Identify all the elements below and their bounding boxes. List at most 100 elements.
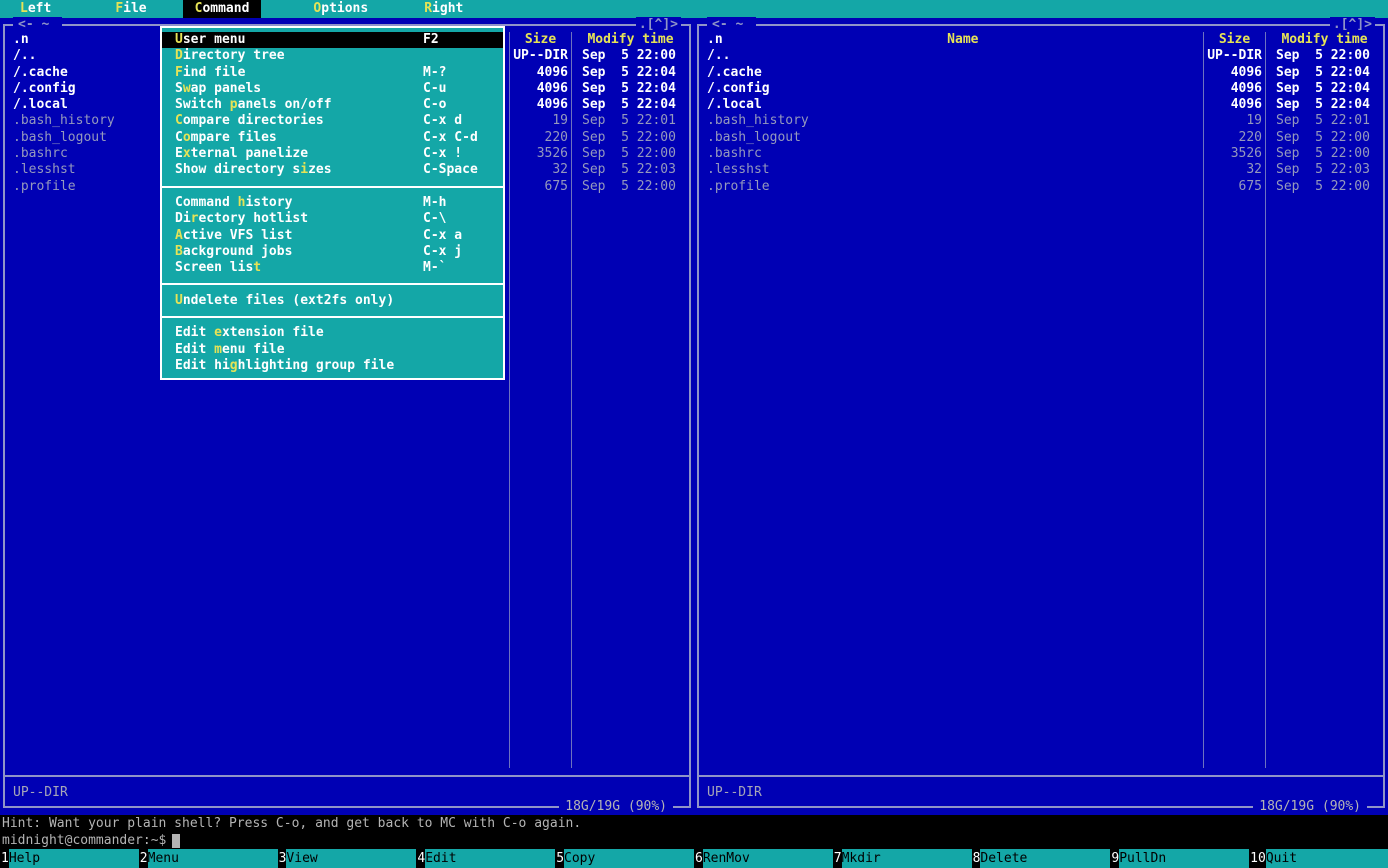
file-mtime: Sep 5 22:00: [1265, 130, 1383, 146]
menu-item-active-vfs-list[interactable]: Active VFS listC-x a: [162, 228, 503, 244]
fkey-label: Help: [9, 849, 139, 868]
file-row[interactable]: .bash_logout220Sep 5 22:00: [699, 130, 1383, 146]
menu-item-shortcut: C-u: [423, 81, 493, 97]
menu-item-label: Active VFS list: [175, 228, 292, 244]
file-size: 4096: [509, 81, 571, 97]
menu-item-show-directory-sizes[interactable]: Show directory sizesC-Space: [162, 162, 503, 178]
menu-item-shortcut: M-?: [423, 65, 493, 81]
file-size: 19: [1203, 113, 1265, 129]
right-column-name[interactable]: Name: [723, 32, 1203, 48]
file-row[interactable]: .lesshst32Sep 5 22:03: [699, 162, 1383, 178]
file-row[interactable]: /.config4096Sep 5 22:04: [699, 81, 1383, 97]
fkey-menu[interactable]: 2Menu: [139, 849, 278, 868]
menu-item-compare-files[interactable]: Compare filesC-x C-d: [162, 130, 503, 146]
label-post: ptions: [321, 1, 368, 16]
menu-item-label: Find file: [175, 65, 245, 81]
fkey-mkdir[interactable]: 7Mkdir: [833, 849, 972, 868]
label-post: ndelete files (ext2fs only): [183, 293, 394, 308]
file-row[interactable]: .bash_history19Sep 5 22:01: [699, 113, 1383, 129]
fkey-quit[interactable]: 10Quit: [1249, 849, 1388, 868]
fkey-number: 6: [694, 849, 703, 868]
left-column-mtime[interactable]: Modify time: [571, 32, 689, 48]
menu-item-edit-highlighting-group-file[interactable]: Edit highlighting group file: [162, 358, 503, 374]
fkey-label: Menu: [148, 849, 278, 868]
fkey-label: Quit: [1266, 849, 1388, 868]
fkey-pulldn[interactable]: 9PullDn: [1110, 849, 1249, 868]
menu-item-label: Background jobs: [175, 244, 292, 260]
menu-item-directory-tree[interactable]: Directory tree: [162, 48, 503, 64]
fkey-help[interactable]: 1Help: [0, 849, 139, 868]
file-row[interactable]: .bashrc3526Sep 5 22:00: [699, 146, 1383, 162]
menubar-item-left[interactable]: Left: [8, 0, 63, 18]
command-line[interactable]: midnight@commander:~$: [0, 832, 1388, 849]
fkey-edit[interactable]: 4Edit: [416, 849, 555, 868]
menu-item-directory-hotlist[interactable]: Directory hotlistC-\: [162, 211, 503, 227]
menu-item-background-jobs[interactable]: Background jobsC-x j: [162, 244, 503, 260]
fkey-copy[interactable]: 5Copy: [555, 849, 694, 868]
menu-item-label: Compare files: [175, 130, 277, 146]
file-mtime: Sep 5 22:00: [571, 130, 689, 146]
file-size: 3526: [1203, 146, 1265, 162]
file-mtime: Sep 5 22:03: [571, 162, 689, 178]
menu-item-screen-list[interactable]: Screen listM-`: [162, 260, 503, 276]
label-pre: Di: [175, 211, 191, 226]
fkey-delete[interactable]: 8Delete: [972, 849, 1111, 868]
menu-item-label: Directory hotlist: [175, 211, 308, 227]
menu-item-switch-panels-on-off[interactable]: Switch panels on/offC-o: [162, 97, 503, 113]
menu-item-user-menu[interactable]: User menuF2: [162, 32, 503, 48]
menu-item-label: External panelize: [175, 146, 308, 162]
menu-item-shortcut: [423, 325, 493, 341]
menu-item-swap-panels[interactable]: Swap panelsC-u: [162, 81, 503, 97]
file-size: 220: [509, 130, 571, 146]
right-panel-frame: <- ~ .[^]> .n Name Size Modify time /..U…: [697, 24, 1385, 808]
menu-item-undelete-files-ext2fs-only[interactable]: Undelete files (ext2fs only): [162, 293, 503, 309]
menu-item-find-file[interactable]: Find file M-?: [162, 65, 503, 81]
menu-item-shortcut: C-x !: [423, 146, 493, 162]
file-size: 19: [509, 113, 571, 129]
right-column-mtime[interactable]: Modify time: [1265, 32, 1383, 48]
file-name: /..: [699, 48, 1203, 64]
hotkey-letter: F: [115, 1, 123, 16]
menu-item-shortcut: C-o: [423, 97, 493, 113]
menubar-item-options[interactable]: Options: [301, 0, 380, 18]
right-disk-usage: 18G/19G (90%): [1253, 799, 1367, 815]
label-post: ternal panelize: [191, 146, 308, 161]
menu-item-label: Compare directories: [175, 113, 324, 129]
menu-item-external-panelize[interactable]: External panelize C-x !: [162, 146, 503, 162]
menu-item-edit-extension-file[interactable]: Edit extension file: [162, 325, 503, 341]
left-sort-indicator: .n: [13, 32, 29, 48]
menubar-item-right[interactable]: Right: [412, 0, 475, 18]
right-column-size[interactable]: Size: [1203, 32, 1265, 48]
menu-item-command-history[interactable]: Command historyM-h: [162, 195, 503, 211]
file-row[interactable]: /..UP--DIRSep 5 22:00: [699, 48, 1383, 64]
menubar-item-file[interactable]: File: [103, 0, 158, 18]
hotkey-letter: w: [183, 81, 191, 96]
label-pre: C: [175, 130, 183, 145]
fkey-number: 7: [833, 849, 842, 868]
file-size: 4096: [509, 97, 571, 113]
menu-item-shortcut: F2: [423, 32, 493, 48]
file-row[interactable]: /.local4096Sep 5 22:04: [699, 97, 1383, 113]
right-panel: <- ~ .[^]> .n Name Size Modify time /..U…: [694, 18, 1388, 815]
file-row[interactable]: /.cache4096Sep 5 22:04: [699, 65, 1383, 81]
fkey-number: 9: [1110, 849, 1119, 868]
menu-item-shortcut: [423, 293, 493, 309]
hotkey-letter: A: [175, 228, 183, 243]
hotkey-letter: C: [175, 113, 183, 128]
menubar-item-command[interactable]: Command: [183, 0, 262, 18]
file-size: UP--DIR: [509, 48, 571, 64]
left-ministatus-separator: [5, 768, 689, 784]
menu-item-shortcut: [423, 48, 493, 64]
label-post: xtension file: [222, 325, 324, 340]
menu-item-compare-directories[interactable]: Compare directoriesC-x d: [162, 113, 503, 129]
menu-item-shortcut: M-`: [423, 260, 493, 276]
fkey-renmov[interactable]: 6RenMov: [694, 849, 833, 868]
file-mtime: Sep 5 22:01: [1265, 113, 1383, 129]
menu-item-edit-menu-file[interactable]: Edit menu file: [162, 342, 503, 358]
label-pre: Show directory s: [175, 162, 300, 177]
file-size: 4096: [1203, 65, 1265, 81]
file-row[interactable]: .profile675Sep 5 22:00: [699, 179, 1383, 195]
left-column-size[interactable]: Size: [509, 32, 571, 48]
fkey-view[interactable]: 3View: [278, 849, 417, 868]
hotkey-letter: g: [230, 358, 238, 373]
